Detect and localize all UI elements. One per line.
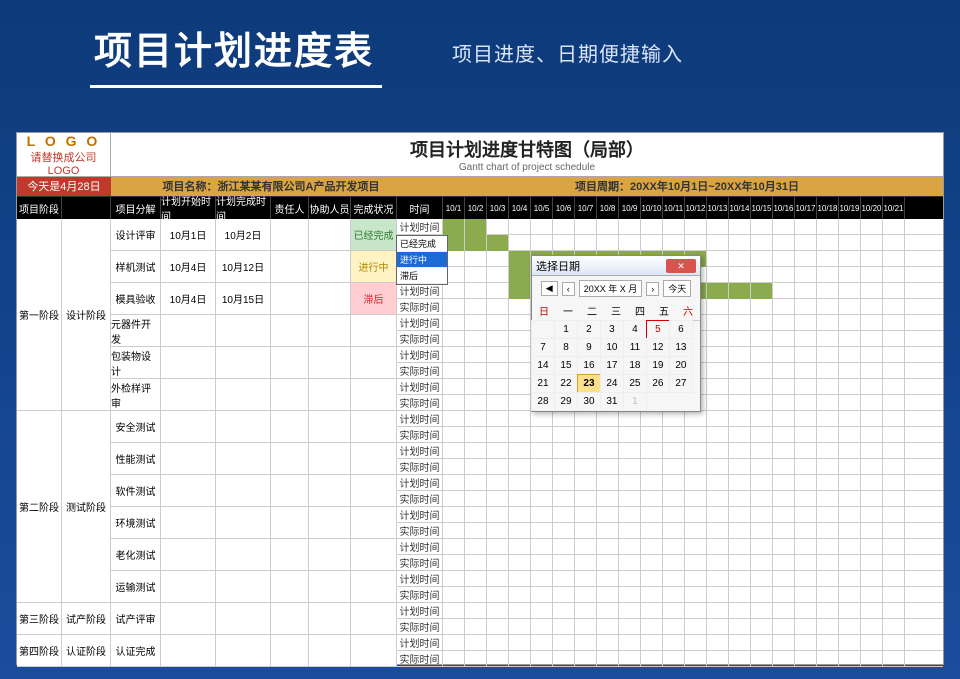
spreadsheet: L O G O 请替换成公司LOGO 项目计划进度甘特图（局部） Gantt c… — [16, 132, 944, 665]
calendar-day[interactable]: 4 — [623, 320, 647, 339]
stage-cell: 第二阶段 — [17, 411, 62, 603]
calendar-day[interactable]: 7 — [531, 338, 555, 357]
calendar-day[interactable]: 15 — [554, 356, 578, 375]
task-cell[interactable]: 环境测试 — [111, 507, 161, 539]
stage-cell: 第一阶段 — [17, 219, 62, 411]
status-cell[interactable] — [351, 635, 397, 667]
status-cell[interactable] — [351, 539, 397, 571]
status-cell[interactable] — [351, 315, 397, 347]
calendar-day[interactable]: 8 — [554, 338, 578, 357]
calendar-day[interactable]: 18 — [623, 356, 647, 375]
task-cell[interactable]: 认证完成 — [111, 635, 161, 667]
chart-title: 项目计划进度甘特图（局部） Gantt chart of project sch… — [111, 136, 943, 173]
today-label: 今天是4月28日 — [17, 177, 111, 196]
calendar-day[interactable]: 2 — [577, 320, 601, 339]
weekday-header: 日一二三四五六 — [532, 301, 700, 321]
chart-title-zh: 项目计划进度甘特图（局部） — [111, 136, 943, 162]
task-cell[interactable]: 样机测试 — [111, 251, 161, 283]
stage-cell: 第三阶段 — [17, 603, 62, 635]
page-title: 项目计划进度表 — [90, 16, 382, 88]
task-cell[interactable]: 元器件开发 — [111, 315, 161, 347]
project-name-label: 项目名称：浙江某某有限公司A产品开发项目 — [111, 177, 431, 196]
close-icon[interactable]: ✕ — [666, 259, 696, 273]
calendar-day[interactable]: 24 — [600, 374, 624, 393]
task-cell[interactable]: 性能测试 — [111, 443, 161, 475]
date-picker[interactable]: 选择日期 ✕ ◀ ‹ 20XX 年 X 月 › 今天 日一二三四五六 12345… — [531, 255, 701, 412]
calendar-day[interactable]: 17 — [600, 356, 624, 375]
calendar-day[interactable]: 16 — [577, 356, 601, 375]
status-cell[interactable] — [351, 379, 397, 411]
status-cell[interactable] — [351, 603, 397, 635]
status-cell[interactable]: 滞后 — [351, 283, 397, 315]
calendar-day[interactable]: 6 — [669, 320, 693, 339]
task-cell[interactable]: 包装物设计 — [111, 347, 161, 379]
calendar-day[interactable]: 1 — [554, 320, 578, 339]
prev-month-button[interactable]: ‹ — [562, 282, 575, 296]
phase-cell: 设计阶段 — [62, 219, 111, 411]
calendar-day[interactable]: 14 — [531, 356, 555, 375]
calendar-day[interactable]: 21 — [531, 374, 555, 393]
calendar-day[interactable]: 30 — [577, 392, 601, 411]
chart-title-en: Gantt chart of project schedule — [111, 162, 943, 173]
calendar-day[interactable]: 25 — [623, 374, 647, 393]
calendar-day[interactable]: 20 — [669, 356, 693, 375]
calendar-day[interactable]: 26 — [646, 374, 670, 393]
status-cell[interactable] — [351, 443, 397, 475]
phase-cell: 测试阶段 — [62, 411, 111, 603]
current-month-label: 20XX 年 X 月 — [579, 280, 643, 297]
calendar-day[interactable]: 12 — [646, 338, 670, 357]
task-cell[interactable]: 模具验收 — [111, 283, 161, 315]
page-banner: 项目计划进度表 项目进度、日期便捷输入 — [0, 0, 960, 98]
status-cell[interactable] — [351, 507, 397, 539]
task-cell[interactable]: 外检样评审 — [111, 379, 161, 411]
calendar-day[interactable]: 10 — [600, 338, 624, 357]
status-cell[interactable] — [351, 411, 397, 443]
calendar-day[interactable]: 31 — [600, 392, 624, 411]
project-period-label: 项目周期：20XX年10月1日~20XX年10月31日 — [431, 177, 943, 196]
calendar-day[interactable]: 9 — [577, 338, 601, 357]
logo-placeholder: L O G O 请替换成公司LOGO — [17, 133, 111, 176]
calendar-day[interactable]: 28 — [531, 392, 555, 411]
calendar-day[interactable]: 23 — [577, 374, 601, 393]
calendar-day[interactable]: 11 — [623, 338, 647, 357]
today-button[interactable]: 今天 — [663, 280, 691, 297]
dropdown-option[interactable]: 进行中 — [397, 252, 447, 268]
status-cell[interactable]: 已经完成 — [351, 219, 397, 251]
calendar-day[interactable]: 19 — [646, 356, 670, 375]
phase-cell: 认证阶段 — [62, 635, 111, 667]
logo-sub: 请替换成公司LOGO — [17, 149, 110, 177]
column-header: 项目阶段项目分解计划开始时间计划完成时间责任人协助人员完成状况时间10/110/… — [17, 197, 943, 219]
task-cell[interactable]: 试产评审 — [111, 603, 161, 635]
task-cell[interactable]: 安全测试 — [111, 411, 161, 443]
logo-text: L O G O — [17, 133, 110, 149]
date-picker-title: 选择日期 — [536, 258, 580, 274]
gantt-grid[interactable]: 第一阶段设计阶段设计评审10月1日10月2日已经完成计划时间实际时间样机测试10… — [17, 219, 943, 667]
calendar-day[interactable]: 22 — [554, 374, 578, 393]
status-cell[interactable] — [351, 571, 397, 603]
task-cell[interactable]: 运输测试 — [111, 571, 161, 603]
status-cell[interactable] — [351, 347, 397, 379]
calendar-day[interactable]: 29 — [554, 392, 578, 411]
calendar-days[interactable]: 1234567891011121314151617181920212223242… — [532, 321, 700, 411]
task-cell[interactable]: 软件测试 — [111, 475, 161, 507]
status-dropdown[interactable]: 已经完成进行中滞后 — [396, 235, 448, 285]
dropdown-option[interactable]: 已经完成 — [397, 236, 447, 252]
task-cell[interactable]: 设计评审 — [111, 219, 161, 251]
phase-cell: 试产阶段 — [62, 603, 111, 635]
next-month-button[interactable]: › — [646, 282, 659, 296]
status-cell[interactable] — [351, 475, 397, 507]
status-cell[interactable]: 进行中 — [351, 251, 397, 283]
calendar-day[interactable]: 13 — [669, 338, 693, 357]
calendar-day[interactable]: 27 — [669, 374, 693, 393]
task-cell[interactable]: 老化测试 — [111, 539, 161, 571]
prev-year-button[interactable]: ◀ — [541, 281, 558, 296]
stage-cell: 第四阶段 — [17, 635, 62, 667]
dropdown-option[interactable]: 滞后 — [397, 268, 447, 284]
page-subtitle: 项目进度、日期便捷输入 — [452, 38, 683, 67]
calendar-day[interactable]: 3 — [600, 320, 624, 339]
calendar-day[interactable]: 5 — [646, 320, 670, 339]
